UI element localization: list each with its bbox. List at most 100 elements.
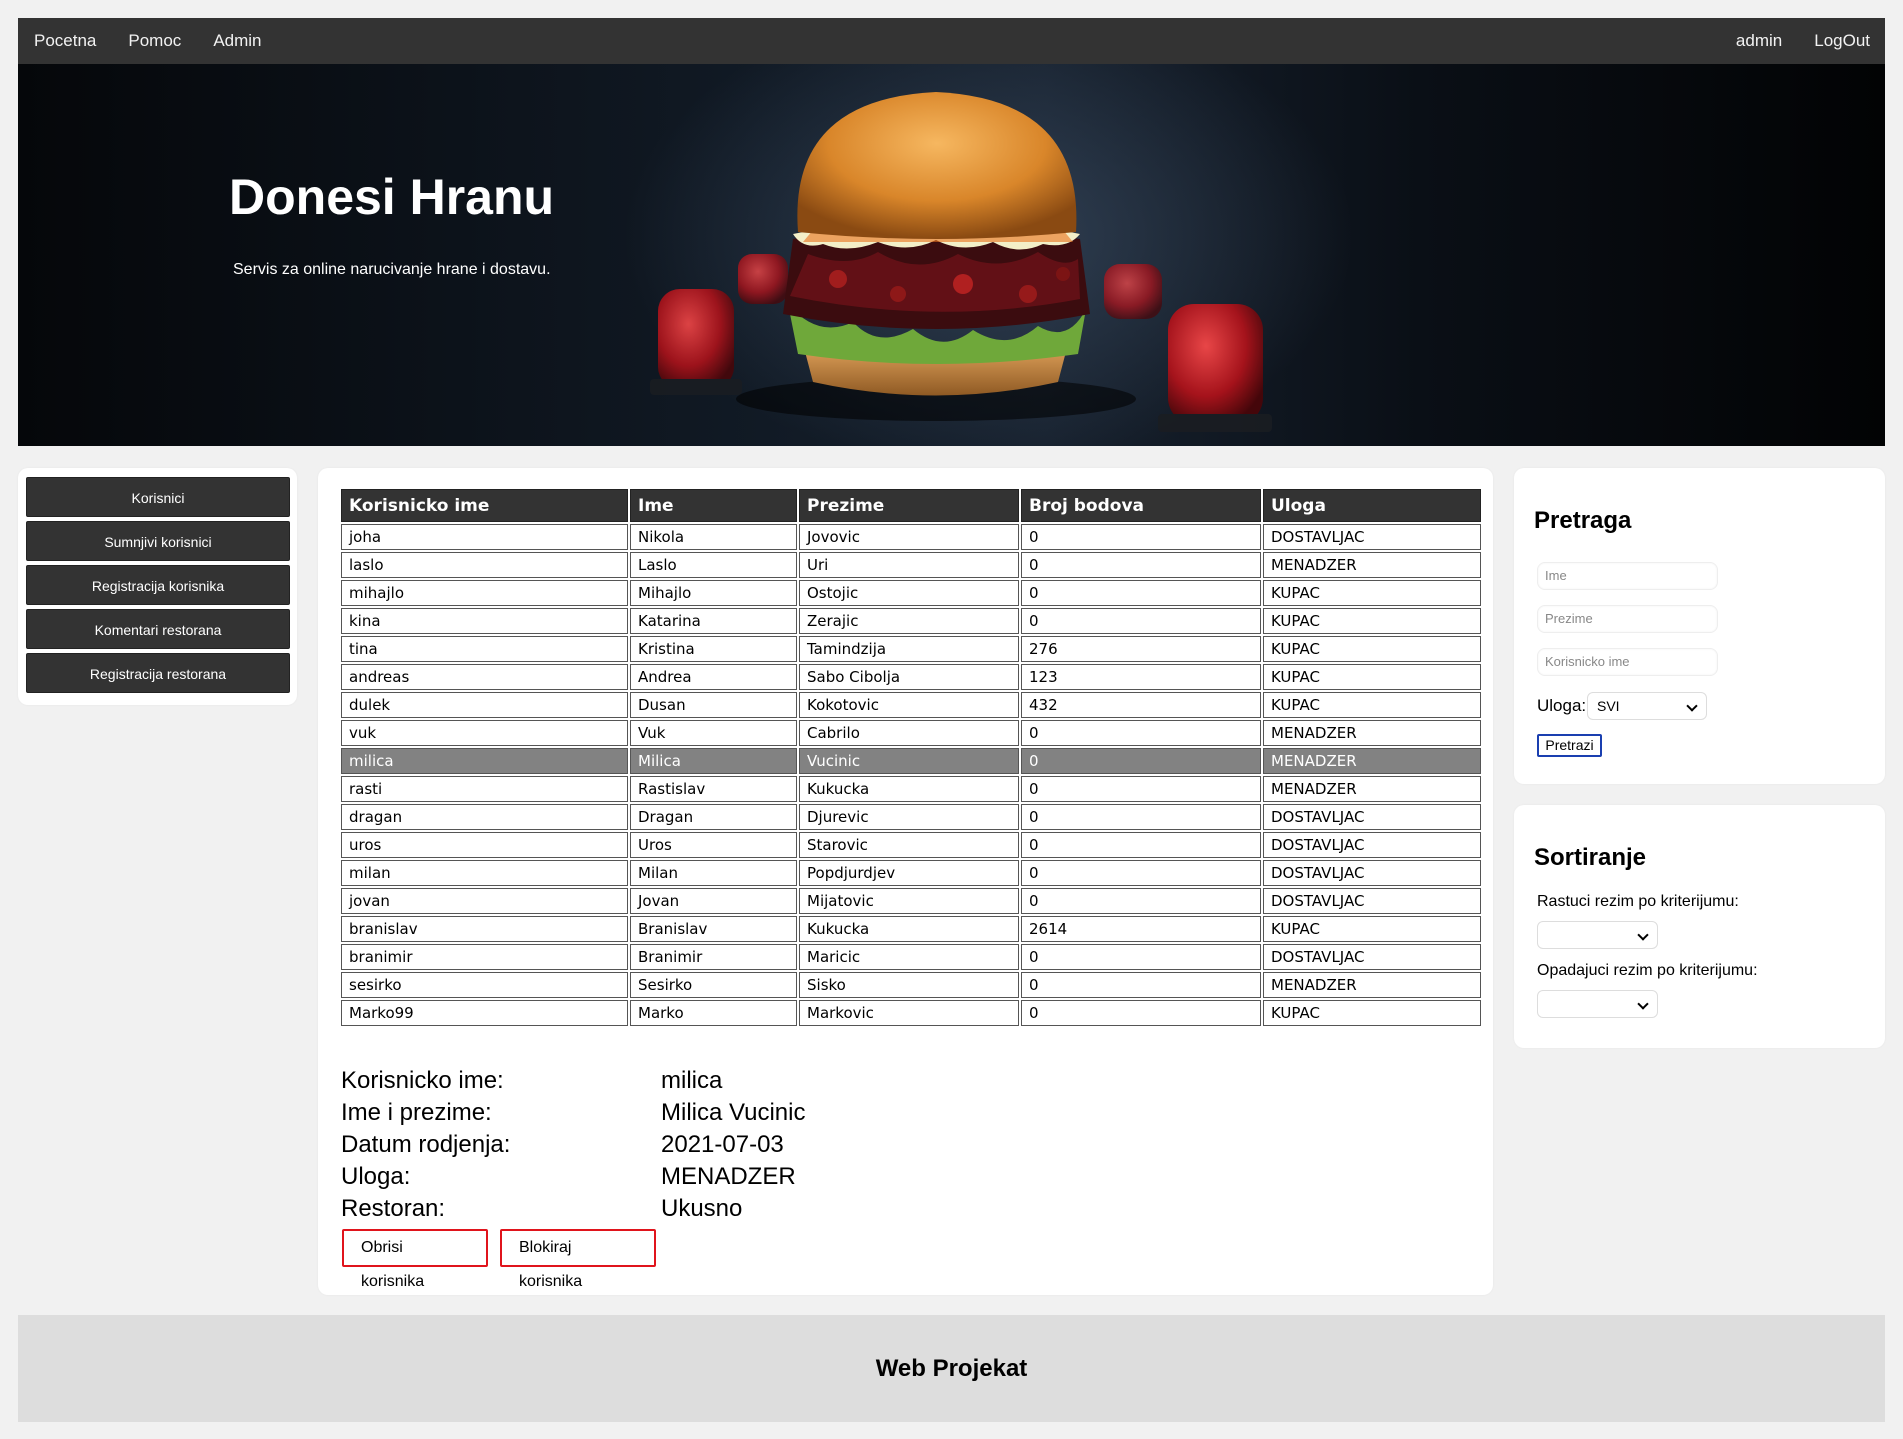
table-cell: KUPAC [1263, 608, 1481, 634]
ime-input[interactable]: Ime [1537, 562, 1718, 590]
sidebar-item-komentari-restorana[interactable]: Komentari restorana [26, 609, 290, 649]
detail-row-ime-prezime: Ime i prezime: Milica Vucinic [341, 1097, 805, 1129]
col-uloga[interactable]: Uloga [1263, 489, 1481, 522]
detail-label: Datum rodjenja: [341, 1131, 511, 1158]
table-row[interactable]: milan Milan Popdjurdjev 0 DOSTAVLJAC [341, 860, 1481, 886]
table-cell: 0 [1021, 804, 1261, 830]
table-cell: Nikola [630, 524, 797, 550]
table-row[interactable]: tina Kristina Tamindzija 276 KUPAC [341, 636, 1481, 662]
chevron-down-icon [1637, 929, 1649, 941]
table-cell: Uros [630, 832, 797, 858]
table-cell: mihajlo [341, 580, 628, 606]
table-cell: Sabo Cibolja [799, 664, 1019, 690]
table-row[interactable]: joha Nikola Jovovic 0 DOSTAVLJAC [341, 524, 1481, 550]
nav-pomoc[interactable]: Pomoc [112, 18, 197, 64]
table-cell: Jovovic [799, 524, 1019, 550]
col-ime[interactable]: Ime [630, 489, 797, 522]
table-cell: KUPAC [1263, 692, 1481, 718]
table-row[interactable]: branislav Branislav Kukucka 2614 KUPAC [341, 916, 1481, 942]
table-row[interactable]: dulek Dusan Kokotovic 432 KUPAC [341, 692, 1481, 718]
table-cell: kina [341, 608, 628, 634]
sidebar-item-sumnjivi-korisnici[interactable]: Sumnjivi korisnici [26, 521, 290, 561]
table-row[interactable]: laslo Laslo Uri 0 MENADZER [341, 552, 1481, 578]
table-cell: Vuk [630, 720, 797, 746]
table-row[interactable]: uros Uros Starovic 0 DOSTAVLJAC [341, 832, 1481, 858]
korisnicko-ime-input[interactable]: Korisnicko ime [1537, 648, 1718, 676]
table-cell: milan [341, 860, 628, 886]
table-cell: 0 [1021, 972, 1261, 998]
table-row[interactable]: andreas Andrea Sabo Cibolja 123 KUPAC [341, 664, 1481, 690]
table-cell: Vucinic [799, 748, 1019, 774]
table-cell: MENADZER [1263, 552, 1481, 578]
table-row[interactable]: sesirko Sesirko Sisko 0 MENADZER [341, 972, 1481, 998]
table-row[interactable]: kina Katarina Zerajic 0 KUPAC [341, 608, 1481, 634]
table-cell: Sesirko [630, 972, 797, 998]
table-cell: dulek [341, 692, 628, 718]
table-cell: Marko99 [341, 1000, 628, 1026]
table-cell: DOSTAVLJAC [1263, 832, 1481, 858]
col-prezime[interactable]: Prezime [799, 489, 1019, 522]
table-cell: 0 [1021, 776, 1261, 802]
detail-label: Uloga: [341, 1163, 411, 1190]
table-row[interactable]: dragan Dragan Djurevic 0 DOSTAVLJAC [341, 804, 1481, 830]
table-cell: branimir [341, 944, 628, 970]
table-row[interactable]: rasti Rastislav Kukucka 0 MENADZER [341, 776, 1481, 802]
detail-label: Korisnicko ime: [341, 1067, 504, 1094]
table-cell: Mijatovic [799, 888, 1019, 914]
burger-image [650, 92, 1272, 432]
hero-banner: Donesi Hranu Servis za online narucivanj… [18, 64, 1885, 446]
table-cell: 276 [1021, 636, 1261, 662]
nav-admin[interactable]: Admin [197, 18, 277, 64]
table-row[interactable]: vuk Vuk Cabrilo 0 MENADZER [341, 720, 1481, 746]
detail-row-restoran: Restoran: Ukusno [341, 1193, 805, 1225]
sort-asc-select[interactable] [1537, 921, 1658, 949]
table-cell: Uri [799, 552, 1019, 578]
table-cell: Kukucka [799, 916, 1019, 942]
table-cell: tina [341, 636, 628, 662]
delete-user-button[interactable]: Obrisi korisnika [342, 1229, 488, 1290]
footer: Web Projekat [18, 1315, 1885, 1422]
table-row[interactable]: mihajlo Mihajlo Ostojic 0 KUPAC [341, 580, 1481, 606]
table-cell: 0 [1021, 748, 1261, 774]
sort-desc-select[interactable] [1537, 990, 1658, 1018]
detail-value: MENADZER [661, 1163, 796, 1190]
detail-value: Ukusno [661, 1195, 743, 1222]
table-cell: Milan [630, 860, 797, 886]
table-cell: Rastislav [630, 776, 797, 802]
table-cell: Kokotovic [799, 692, 1019, 718]
detail-actions: Obrisi korisnika Blokiraj korisnika [342, 1229, 656, 1290]
table-cell: 432 [1021, 692, 1261, 718]
search-button[interactable]: Pretrazi [1537, 734, 1602, 757]
col-korisnicko-ime[interactable]: Korisnicko ime [341, 489, 628, 522]
table-cell: 123 [1021, 664, 1261, 690]
table-row[interactable]: jovan Jovan Mijatovic 0 DOSTAVLJAC [341, 888, 1481, 914]
nav-user[interactable]: admin [1720, 18, 1798, 64]
nav-pocetna[interactable]: Pocetna [18, 18, 112, 64]
table-cell: 0 [1021, 1000, 1261, 1026]
uloga-select[interactable]: SVI [1587, 692, 1707, 720]
users-table: Korisnicko ime Ime Prezime Broj bodova U… [339, 487, 1483, 1028]
table-cell: 0 [1021, 552, 1261, 578]
sidebar-menu: Korisnici Sumnjivi korisnici Registracij… [18, 468, 297, 705]
table-cell: 0 [1021, 720, 1261, 746]
table-cell: Tamindzija [799, 636, 1019, 662]
search-title: Pretraga [1534, 507, 1632, 534]
sort-asc-label: Rastuci rezim po kriterijumu: [1537, 893, 1739, 910]
sidebar-item-registracija-restorana[interactable]: Registracija restorana [26, 653, 290, 693]
table-cell: Djurevic [799, 804, 1019, 830]
detail-row-uloga: Uloga: MENADZER [341, 1161, 805, 1193]
table-cell: Maricic [799, 944, 1019, 970]
table-cell: 0 [1021, 524, 1261, 550]
sidebar-item-registracija-korisnika[interactable]: Registracija korisnika [26, 565, 290, 605]
table-row[interactable]: Marko99 Marko Markovic 0 KUPAC [341, 1000, 1481, 1026]
col-broj-bodova[interactable]: Broj bodova [1021, 489, 1261, 522]
sort-panel: Sortiranje Rastuci rezim po kriterijumu:… [1514, 805, 1885, 1048]
table-row[interactable]: milica Milica Vucinic 0 MENADZER [341, 748, 1481, 774]
prezime-input[interactable]: Prezime [1537, 605, 1718, 633]
sidebar-item-korisnici[interactable]: Korisnici [26, 477, 290, 517]
detail-value: Milica Vucinic [661, 1099, 806, 1126]
table-cell: vuk [341, 720, 628, 746]
nav-logout[interactable]: LogOut [1798, 18, 1885, 64]
table-row[interactable]: branimir Branimir Maricic 0 DOSTAVLJAC [341, 944, 1481, 970]
block-user-button[interactable]: Blokiraj korisnika [500, 1229, 656, 1290]
